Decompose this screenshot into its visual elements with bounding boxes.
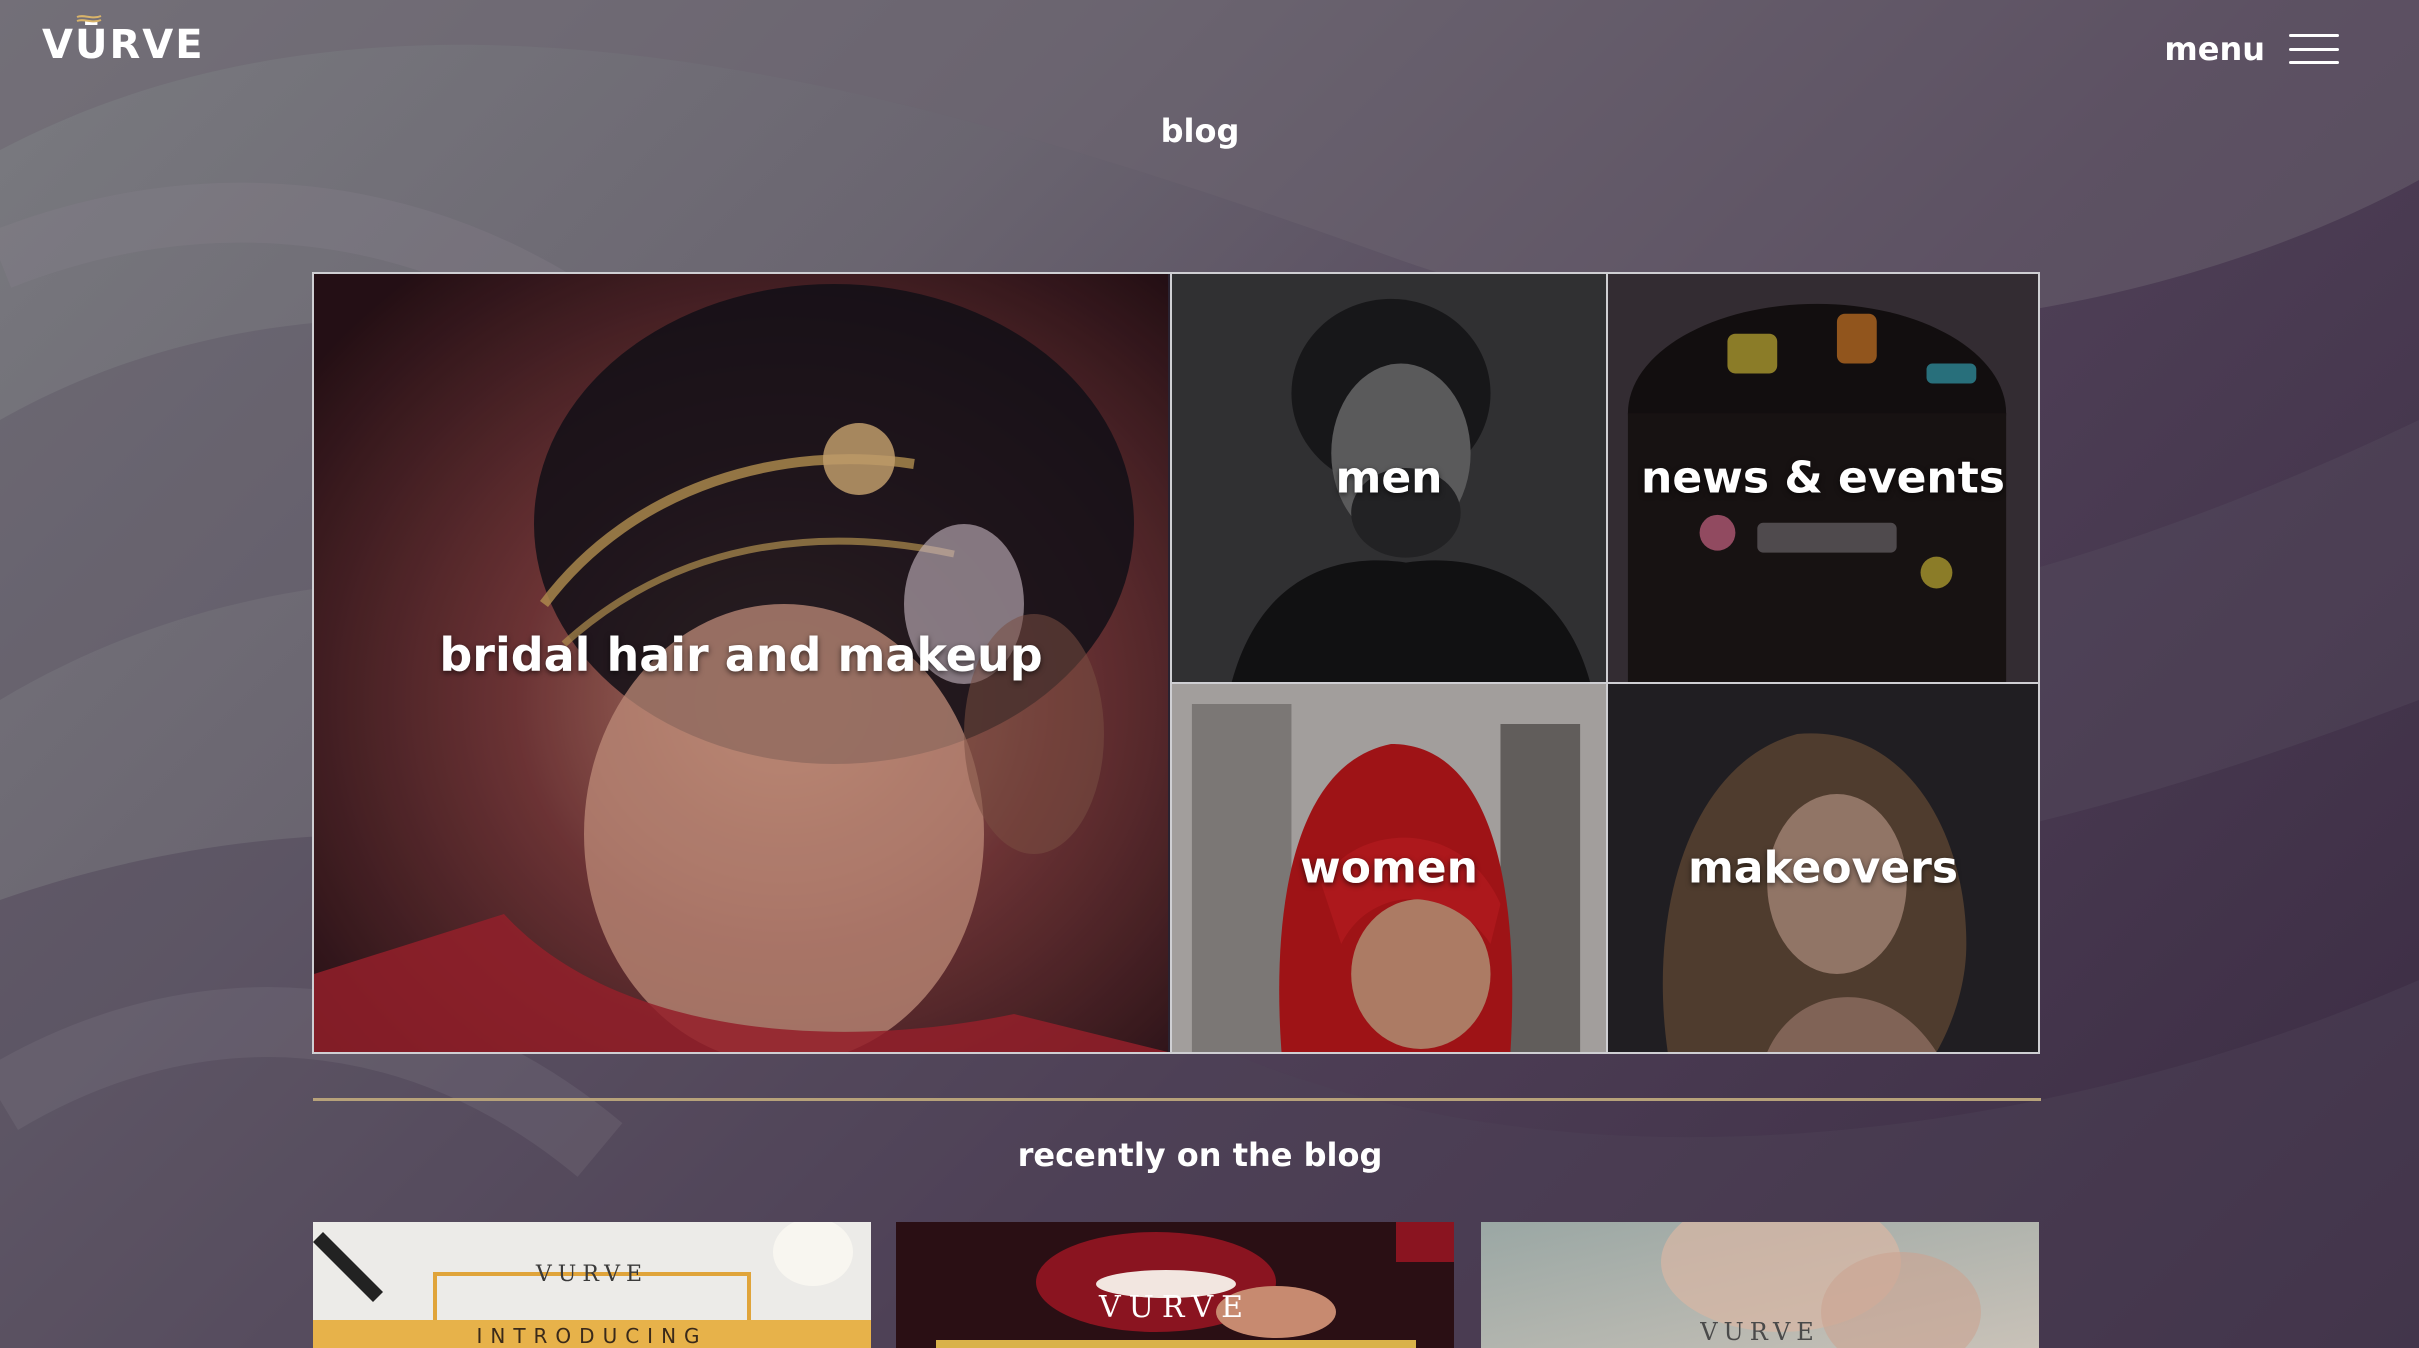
category-tile-news-events[interactable]: news & events: [1606, 274, 2038, 684]
category-tile-bridal[interactable]: bridal hair and makeup: [314, 274, 1168, 1052]
menu-button[interactable]: menu: [2164, 30, 2339, 68]
recent-section-title: recently on the blog: [1017, 1136, 1383, 1174]
blog-card-1[interactable]: VURVE INTRODUCING: [313, 1222, 871, 1348]
category-label-makeovers: makeovers: [1687, 842, 1959, 894]
blog-card-1-brand: VURVE: [535, 1262, 649, 1287]
menu-label: menu: [2164, 30, 2265, 68]
blog-card-3-brand: VURVE: [1700, 1318, 1820, 1346]
category-tile-makeovers[interactable]: makeovers: [1606, 684, 2038, 1052]
site-header: VŪRVE menu: [0, 0, 2419, 120]
blog-card-3[interactable]: VURVE: [1481, 1222, 2039, 1348]
category-grid: bridal hair and makeup men news & events: [312, 272, 2040, 1054]
logo-text: VŪRVE: [42, 22, 205, 68]
category-label-women: women: [1300, 842, 1478, 894]
blog-card-2[interactable]: VURVE: [896, 1222, 1454, 1348]
blog-card-2-brand: VURVE: [1098, 1290, 1252, 1325]
vurve-logo[interactable]: VŪRVE: [42, 15, 205, 68]
category-tile-men[interactable]: men: [1170, 274, 1606, 684]
section-divider: [313, 1098, 2041, 1101]
category-label-men: men: [1335, 452, 1443, 504]
page-title: blog: [1160, 112, 1240, 150]
blog-card-2-image: [896, 1222, 1454, 1348]
category-tile-women[interactable]: women: [1170, 684, 1606, 1052]
blog-card-1-caption: INTRODUCING: [476, 1324, 708, 1348]
hamburger-icon: [2289, 34, 2339, 64]
logo-swoosh-icon: [76, 15, 102, 23]
category-label-news-events: news & events: [1641, 452, 2005, 504]
category-label-bridal: bridal hair and makeup: [439, 628, 1043, 683]
